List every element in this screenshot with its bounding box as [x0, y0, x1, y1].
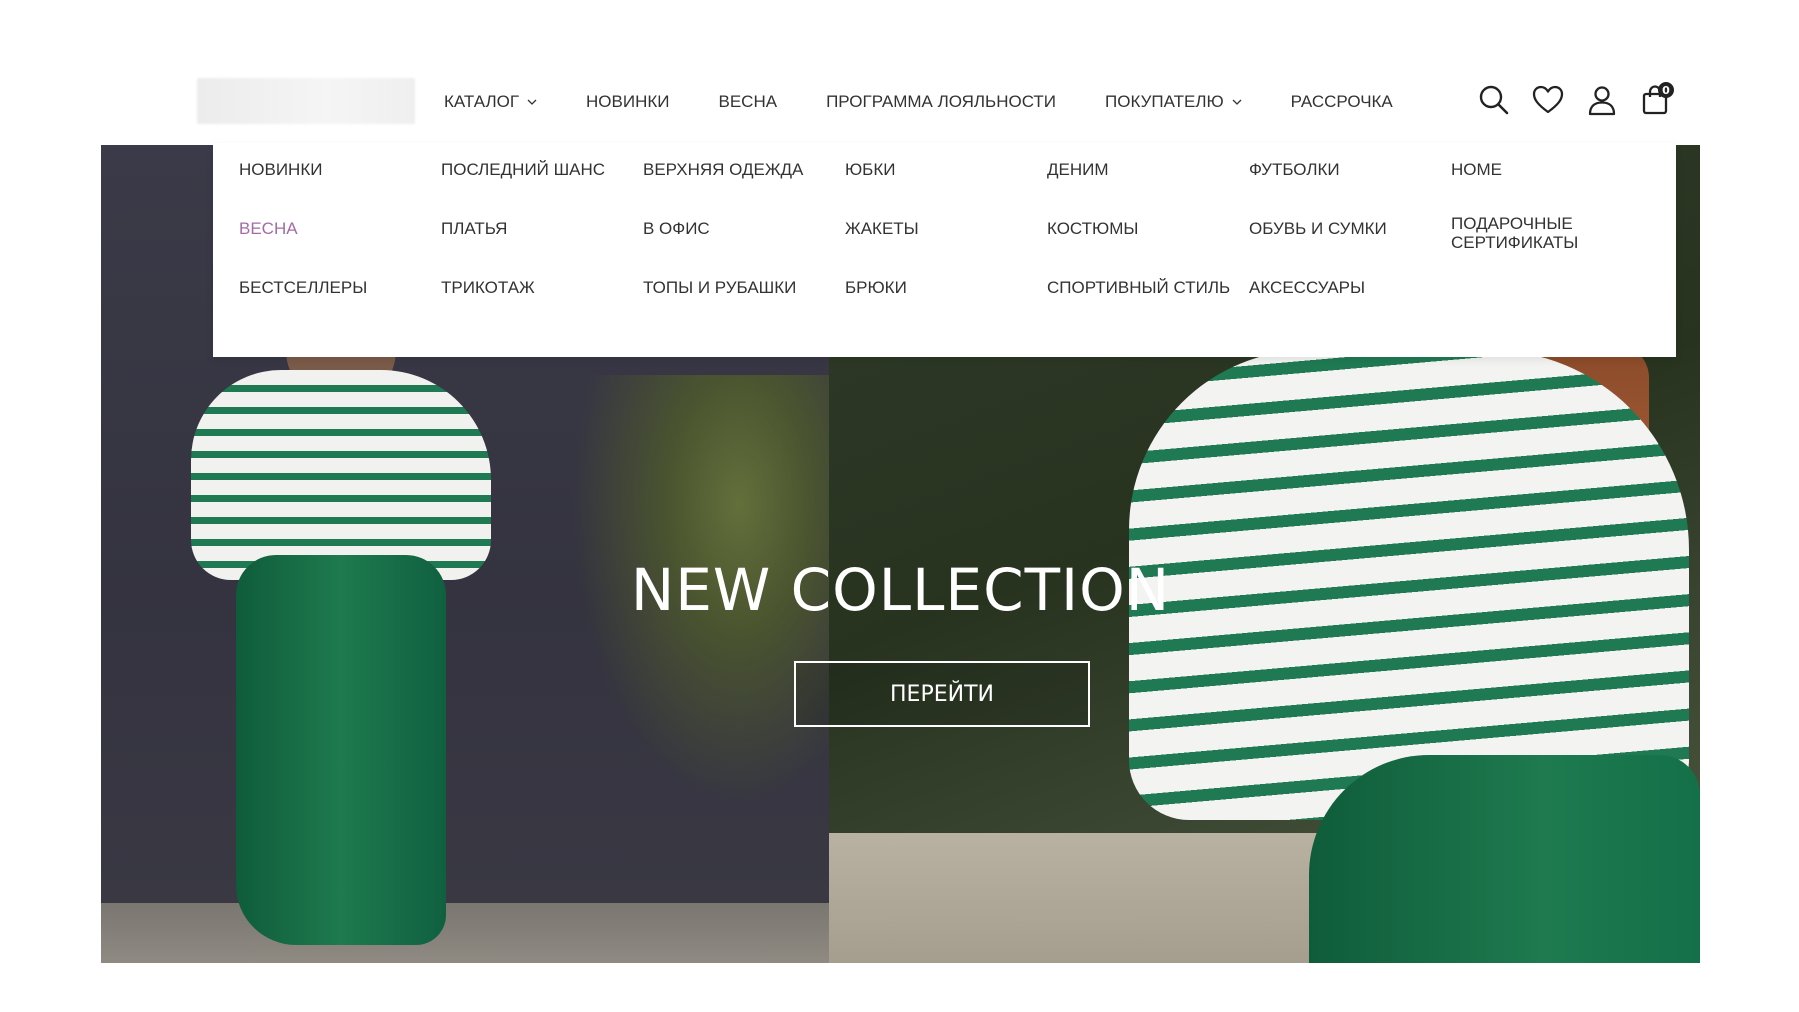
heart-icon [1532, 85, 1564, 114]
dropdown-item-last-chance[interactable]: ПОСЛЕДНИЙ ШАНС [441, 160, 641, 180]
striped-sweater [191, 370, 491, 580]
account-button[interactable] [1582, 80, 1622, 120]
chevron-down-icon [527, 99, 537, 105]
dropdown-item-knitwear[interactable]: ТРИКОТАЖ [441, 278, 641, 298]
nav-item-customer[interactable]: ПОКУПАТЕЛЮ [1105, 92, 1242, 112]
main-nav: КАТАЛОГ НОВИНКИ ВЕСНА ПРОГРАММА ЛОЯЛЬНОС… [444, 87, 1442, 117]
logo[interactable] [197, 78, 415, 124]
hero-cta-button[interactable]: ПЕРЕЙТИ [794, 661, 1090, 727]
dropdown-item-home[interactable]: HOME [1451, 160, 1651, 180]
dropdown-item-jackets[interactable]: ЖАКЕТЫ [845, 219, 1045, 239]
nav-item-label: ПРОГРАММА ЛОЯЛЬНОСТИ [826, 92, 1057, 111]
cart-button[interactable]: 0 [1636, 80, 1676, 120]
dropdown-item-tshirts[interactable]: ФУТБОЛКИ [1249, 160, 1449, 180]
dropdown-item-dresses[interactable]: ПЛАТЬЯ [441, 219, 641, 239]
wishlist-button[interactable] [1528, 80, 1568, 120]
dropdown-item-tops-shirts[interactable]: ТОПЫ И РУБАШКИ [643, 278, 843, 298]
site-header: КАТАЛОГ НОВИНКИ ВЕСНА ПРОГРАММА ЛОЯЛЬНОС… [0, 60, 1799, 140]
nav-item-installments[interactable]: РАССРОЧКА [1291, 92, 1393, 112]
dropdown-item-sport-style[interactable]: СПОРТИВНЫЙ СТИЛЬ [1047, 278, 1247, 298]
nav-item-loyalty[interactable]: ПРОГРАММА ЛОЯЛЬНОСТИ [826, 92, 1056, 112]
user-icon [1588, 86, 1616, 116]
dropdown-item-bestsellers[interactable]: БЕСТСЕЛЛЕРЫ [239, 278, 439, 298]
nav-item-catalog[interactable]: КАТАЛОГ [444, 92, 537, 112]
nav-item-label: ПОКУПАТЕЛЮ [1105, 92, 1224, 111]
dropdown-item-trousers[interactable]: БРЮКИ [845, 278, 1045, 298]
cart-count-badge: 0 [1658, 82, 1674, 98]
green-skirt [1309, 755, 1700, 963]
dropdown-item-spring[interactable]: ВЕСНА [239, 219, 439, 239]
search-icon [1479, 85, 1509, 115]
dropdown-item-office[interactable]: В ОФИС [643, 219, 843, 239]
dropdown-item-gift-cards[interactable]: ПОДАРОЧНЫЕ СЕРТИФИКАТЫ [1451, 214, 1601, 252]
dropdown-item-denim[interactable]: ДЕНИМ [1047, 160, 1247, 180]
dropdown-item-suits[interactable]: КОСТЮМЫ [1047, 219, 1247, 239]
nav-item-label: КАТАЛОГ [444, 92, 520, 111]
search-button[interactable] [1474, 80, 1514, 120]
nav-item-label: РАССРОЧКА [1290, 92, 1393, 111]
ground [101, 903, 829, 963]
hero-title: NEW COLLECTION [630, 556, 1171, 624]
dropdown-item-shoes-bags[interactable]: ОБУВЬ И СУМКИ [1249, 219, 1449, 239]
nav-item-new[interactable]: НОВИНКИ [586, 92, 669, 112]
dropdown-item-new[interactable]: НОВИНКИ [239, 160, 439, 180]
header-icons: 0 [1474, 80, 1690, 120]
nav-item-spring[interactable]: ВЕСНА [719, 92, 778, 112]
catalog-dropdown: НОВИНКИ ВЕСНА БЕСТСЕЛЛЕРЫ ПОСЛЕДНИЙ ШАНС… [213, 143, 1676, 357]
chevron-down-icon [1232, 99, 1242, 105]
nav-item-label: НОВИНКИ [586, 92, 670, 111]
dropdown-item-outerwear[interactable]: ВЕРХНЯЯ ОДЕЖДА [643, 160, 843, 180]
dropdown-item-skirts[interactable]: ЮБКИ [845, 160, 1045, 180]
dropdown-item-accessories[interactable]: АКСЕССУАРЫ [1249, 278, 1449, 298]
nav-item-label: ВЕСНА [718, 92, 778, 111]
